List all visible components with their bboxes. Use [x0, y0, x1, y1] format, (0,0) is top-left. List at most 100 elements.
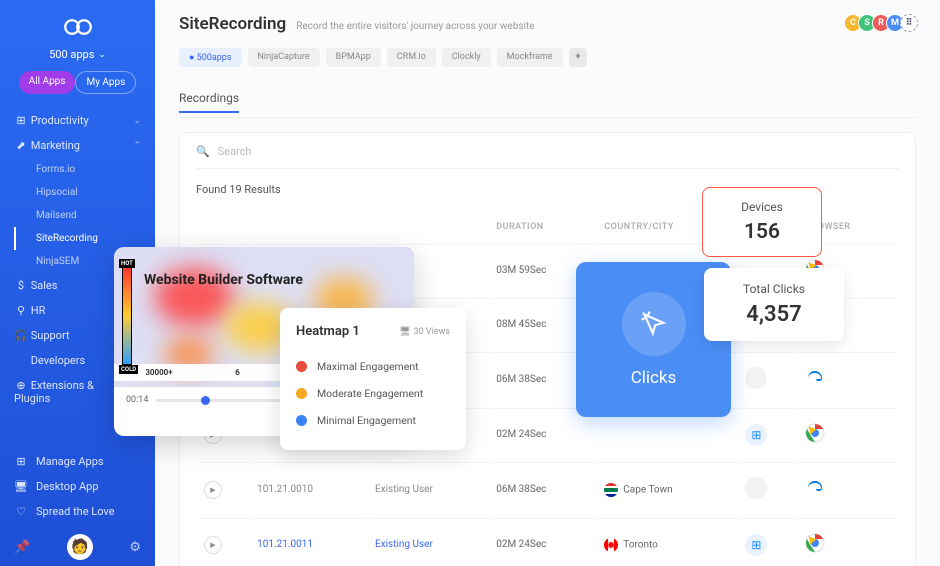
brand-selector[interactable]: 500 apps⌄	[0, 48, 155, 61]
app-tabs: 500apps NinjaCapture BPMApp CRM.io Clockly Mo…	[179, 48, 916, 67]
apps-toggle: All Apps My Apps	[0, 71, 155, 94]
duration: 02M 24Sec	[490, 518, 596, 566]
col-header: DURATION	[490, 212, 596, 242]
stat: 6	[235, 368, 240, 377]
table-row[interactable]: ▶ 101.21.0010 Existing User 06M 38Sec Ca…	[198, 462, 897, 516]
logo	[0, 12, 155, 42]
total-clicks-card: Total Clicks 4,357	[704, 268, 844, 341]
devices-label: Devices	[715, 200, 809, 214]
gear-icon[interactable]: ⚙	[129, 540, 141, 555]
nav-marketing[interactable]: ⬈ Marketing⌃	[0, 133, 155, 158]
nav-icon: ⬈	[14, 139, 28, 152]
location: Cape Town	[598, 462, 737, 516]
legend-text: Minimal Engagement	[317, 414, 416, 427]
heat-hot-label: HOT	[119, 259, 135, 268]
total-clicks-value: 4,357	[718, 302, 830, 327]
os	[739, 352, 797, 406]
col-header	[369, 212, 488, 242]
tab-crmio[interactable]: CRM.io	[387, 48, 436, 67]
page-subtitle: Record the entire visitors' journey acro…	[296, 21, 534, 32]
ip-address: 101.21.0011	[257, 539, 313, 550]
windows-icon: ⊞	[745, 534, 767, 556]
chevron-down-icon: ⌄	[98, 50, 106, 60]
subnav-hipsocial[interactable]: Hipsocial	[30, 181, 155, 204]
tab-ninjacapture[interactable]: NinjaCapture	[248, 48, 320, 67]
bottom-nav-spread-the-love[interactable]: ♡ Spread the Love	[0, 499, 155, 524]
bottom-nav-manage-apps[interactable]: ⊞ Manage Apps	[0, 449, 155, 474]
page-title: SiteRecording	[179, 14, 286, 34]
nav-icon: ♡	[14, 505, 28, 518]
cursor-icon	[622, 292, 686, 356]
col-header	[198, 212, 249, 242]
pin-icon[interactable]: 📌	[14, 540, 30, 555]
legend-text: Maximal Engagement	[317, 360, 419, 373]
user-badges: CSRM⠿	[848, 14, 918, 32]
section-tab-recordings[interactable]: Recordings	[179, 91, 239, 113]
legend-dot	[296, 415, 307, 426]
legend-item: Minimal Engagement	[296, 407, 450, 434]
windows-icon: ⊞	[745, 424, 767, 446]
monitor-icon: 🖥	[399, 327, 410, 337]
legend-views: 🖥30 Views	[399, 327, 450, 337]
nav-icon: ⊕	[14, 379, 28, 392]
os: ⊞	[739, 408, 797, 460]
playback-time: 00:14	[126, 395, 148, 405]
add-tab-button[interactable]: +	[569, 48, 588, 67]
legend-dot	[296, 388, 307, 399]
nav-icon: ⊞	[14, 114, 28, 127]
chevron-icon: ⌃	[133, 141, 141, 151]
devices-value: 156	[715, 220, 809, 244]
heat-cold-label: COLD	[119, 365, 138, 374]
sidebar-footer: 📌 🧑 ⚙	[0, 528, 155, 566]
total-clicks-label: Total Clicks	[718, 282, 830, 296]
legend-title: Heatmap 1	[296, 324, 360, 339]
nav-icon: $	[14, 279, 28, 292]
subnav-forms-io[interactable]: Forms.io	[30, 158, 155, 181]
location: Toronto	[598, 518, 737, 566]
bottom-nav-desktop-app[interactable]: 🖥 Desktop App	[0, 474, 155, 499]
clicks-label: Clicks	[631, 368, 677, 388]
legend-item: Maximal Engagement	[296, 353, 450, 380]
search-input[interactable]: 🔍 Search	[196, 145, 899, 169]
table-row[interactable]: ▶ 101.21.0011 Existing User 02M 24Sec To…	[198, 518, 897, 566]
ip-address: 101.21.0010	[257, 484, 313, 495]
play-button[interactable]: ▶	[204, 481, 222, 499]
browser	[799, 518, 897, 566]
os	[739, 462, 797, 516]
my-apps-button[interactable]: My Apps	[75, 71, 136, 94]
apple-icon	[745, 367, 767, 389]
os: ⊞	[739, 518, 797, 566]
legend-text: Moderate Engagement	[317, 387, 423, 400]
all-apps-button[interactable]: All Apps	[19, 71, 76, 94]
subnav-mailsend[interactable]: Mailsend	[30, 204, 155, 227]
duration: 06M 38Sec	[490, 462, 596, 516]
nav-icon: ⚲	[14, 304, 28, 317]
devices-card: Devices 156	[702, 187, 822, 257]
tab-bpmapp[interactable]: BPMApp	[326, 48, 381, 67]
add-user-badge[interactable]: ⠿	[900, 14, 918, 32]
stat: 30000+	[145, 368, 172, 377]
legend-item: Moderate Engagement	[296, 380, 450, 407]
col-header	[251, 212, 367, 242]
nav-icon: ⊞	[14, 455, 28, 468]
browser	[799, 352, 897, 406]
tab-mockframe[interactable]: Mockframe	[497, 48, 563, 67]
heatmap-legend-card: Heatmap 1 🖥30 Views Maximal Engagement Mo…	[280, 308, 466, 450]
nav-icon: 🖥	[14, 480, 28, 493]
play-button[interactable]: ▶	[204, 536, 222, 554]
user-type: Existing User	[375, 484, 433, 495]
chevron-icon: ⌄	[133, 116, 141, 126]
browser	[799, 408, 897, 460]
legend-dot	[296, 361, 307, 372]
apple-icon	[745, 477, 767, 499]
avatar[interactable]: 🧑	[67, 534, 93, 560]
nav-icon: 🎧	[14, 329, 28, 342]
heat-scale	[122, 265, 132, 365]
heatmap-headline: Website Builder Software	[144, 272, 303, 289]
tab-clockly[interactable]: Clockly	[442, 48, 491, 67]
search-icon: 🔍	[196, 145, 210, 158]
tab-apps[interactable]: 500apps	[179, 48, 242, 67]
browser	[799, 462, 897, 516]
nav-productivity[interactable]: ⊞ Productivity⌄	[0, 108, 155, 133]
user-type: Existing User	[375, 539, 433, 550]
